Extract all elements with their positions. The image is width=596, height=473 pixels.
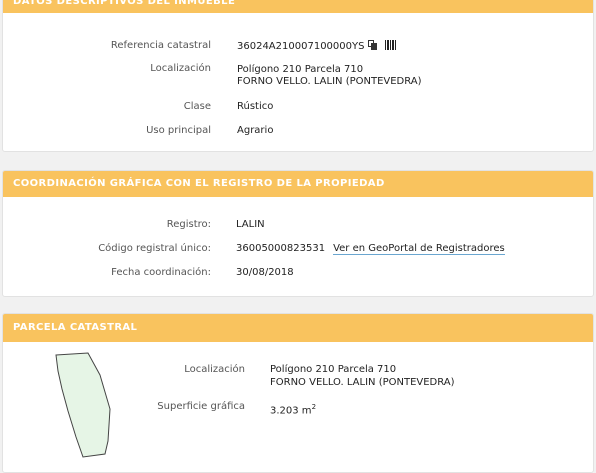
registro-value: LALIN [236,219,265,230]
parcela-localizacion-line2: FORNO VELLO. LALIN (PONTEVEDRA) [270,377,455,388]
parcel-shape[interactable] [55,352,111,458]
clase-label: Clase [183,101,211,112]
uso-principal-value: Agrario [237,125,274,136]
superficie-grafica-value: 3.203 m2 [270,401,316,417]
referencia-catastral-text: 36024A210007100000YS [237,41,365,52]
superficie-grafica-label: Superficie gráfica [157,401,245,412]
codigo-registral-text: 36005000823531 [236,243,326,254]
fecha-coordinacion-label: Fecha coordinación: [111,267,211,278]
referencia-catastral-label: Referencia catastral [110,40,211,51]
localizacion-line2: FORNO VELLO. LALIN (PONTEVEDRA) [237,76,422,87]
copy-icon[interactable] [368,40,378,50]
localizacion-label: Localización [150,63,211,74]
superficie-number: 3.203 m [270,405,312,417]
registro-label: Registro: [166,219,211,230]
superficie-unit-exponent: 2 [311,403,317,411]
datos-descriptivos-header: DATOS DESCRIPTIVOS DEL INMUEBLE [3,0,593,13]
barcode-icon[interactable] [385,40,398,50]
localizacion-line1: Polígono 210 Parcela 710 [237,64,364,75]
codigo-registral-label: Código registral único: [98,243,211,254]
datos-descriptivos-panel: DATOS DESCRIPTIVOS DEL INMUEBLE Referenc… [2,0,594,152]
uso-principal-label: Uso principal [146,125,211,136]
parcela-localizacion-label: Localización [184,364,245,375]
parcela-localizacion-line1: Polígono 210 Parcela 710 [270,364,397,375]
parcela-catastral-panel: PARCELA CATASTRAL Localización Polígono … [2,313,594,473]
referencia-catastral-value: 36024A210007100000YS [237,40,398,53]
coordinacion-grafica-panel: COORDINACIÓN GRÁFICA CON EL REGISTRO DE … [2,170,594,297]
codigo-registral-value: 36005000823531 Ver en GeoPortal de Regist… [236,243,505,255]
clase-value: Rústico [237,101,274,112]
coordinacion-grafica-header: COORDINACIÓN GRÁFICA CON EL REGISTRO DE … [3,171,593,197]
geoportal-link[interactable]: Ver en GeoPortal de Registradores [333,243,505,255]
parcel-map[interactable] [48,351,128,466]
parcela-catastral-header: PARCELA CATASTRAL [3,314,593,342]
fecha-coordinacion-value: 30/08/2018 [236,267,294,278]
